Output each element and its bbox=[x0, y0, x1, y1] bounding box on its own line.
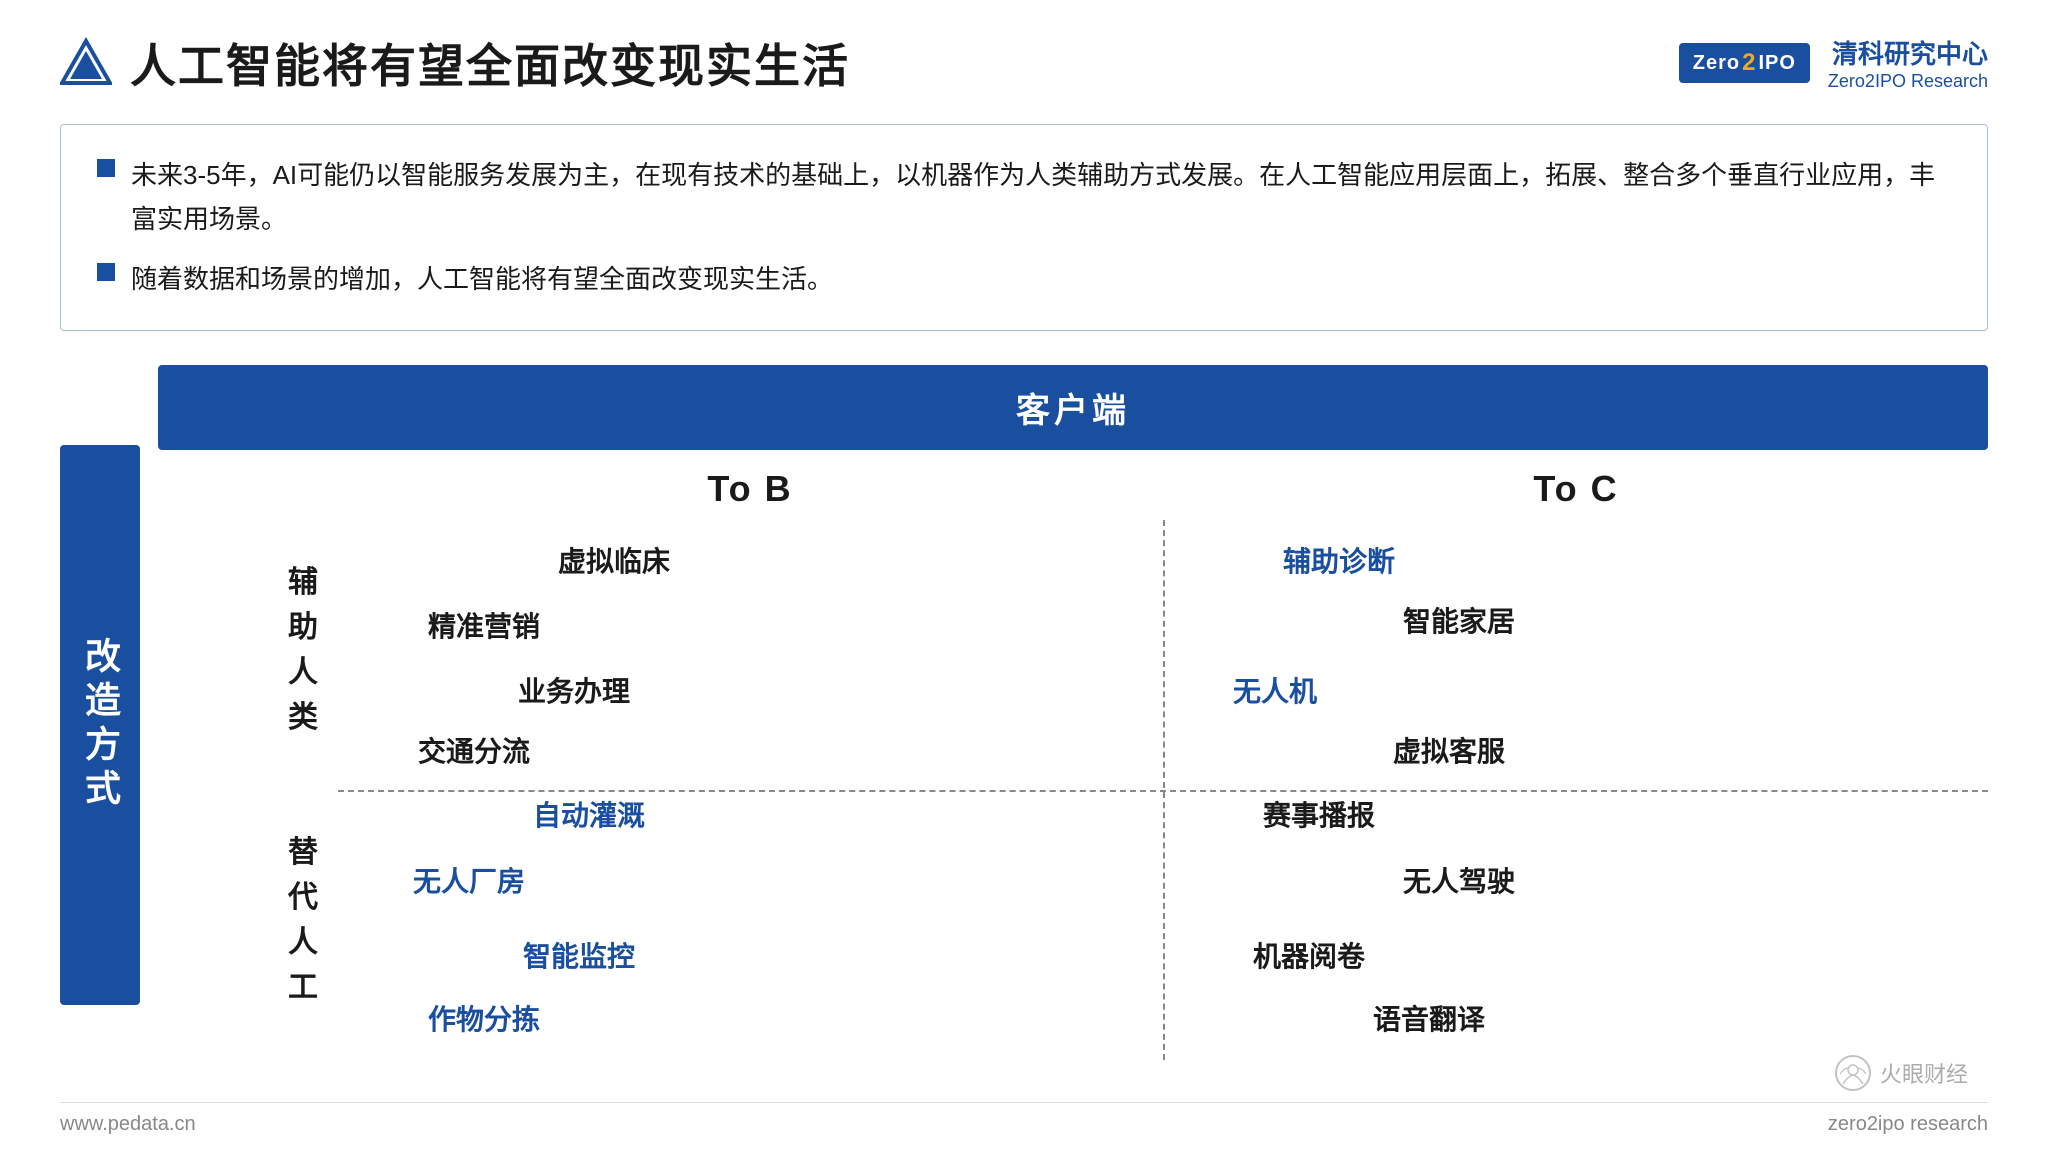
row-labels-col: 辅助人类 替代人工 bbox=[158, 520, 338, 1060]
bullet-square-2 bbox=[97, 263, 115, 281]
col-toc-label: To C bbox=[1164, 450, 1988, 520]
footer-left: www.pedata.cn bbox=[60, 1113, 196, 1136]
header-left: 人工智能将有望全面改变现实生活 bbox=[60, 30, 850, 96]
triangle-icon bbox=[60, 37, 112, 89]
watermark-text: 火眼财经 bbox=[1880, 1057, 1968, 1089]
page-container: 人工智能将有望全面改变现实生活 Zero 2 IPO 清科研究中心 Zero2I… bbox=[0, 0, 2048, 1152]
col-sub-label bbox=[158, 450, 338, 520]
left-bar-text: 改造方式 bbox=[74, 637, 126, 813]
item-虚拟临床: 虚拟临床 bbox=[558, 540, 670, 580]
grid-body: 辅助人类 替代人工 虚拟临床 精准 bbox=[158, 520, 1988, 1060]
logo-text: 清科研究中心 Zero2IPO Research bbox=[1828, 34, 1988, 92]
item-智能监控: 智能监控 bbox=[523, 935, 635, 975]
logo-2: 2 bbox=[1742, 49, 1756, 77]
bullet-item-2: 随着数据和场景的增加，人工智能将有望全面改变现实生活。 bbox=[97, 257, 1951, 301]
item-精准营销: 精准营销 bbox=[428, 605, 540, 645]
matrix-content: 客户端 To B To C 辅助人类 替代人工 bbox=[158, 365, 1988, 1060]
item-虚拟客服: 虚拟客服 bbox=[1393, 730, 1505, 770]
quad-top-right: 辅助诊断 智能家居 无人机 虚拟客服 bbox=[1163, 520, 1988, 780]
brand-logo: Zero 2 IPO bbox=[1679, 43, 1810, 83]
row-label-text-bottom: 替代人工 bbox=[288, 830, 318, 1010]
logo-cn: 清科研究中心 bbox=[1828, 34, 1988, 71]
watermark: 火眼财经 bbox=[1834, 1054, 1968, 1092]
col-headers: To B To C bbox=[158, 450, 1988, 520]
item-交通分流: 交通分流 bbox=[418, 730, 530, 770]
logo-ipo: IPO bbox=[1758, 52, 1795, 75]
logo-zero: Zero bbox=[1693, 52, 1740, 75]
page-title: 人工智能将有望全面改变现实生活 bbox=[130, 30, 850, 96]
header-right: Zero 2 IPO 清科研究中心 Zero2IPO Research bbox=[1679, 34, 1988, 92]
item-无人驾驶: 无人驾驶 bbox=[1403, 860, 1515, 900]
bullet-text-2: 随着数据和场景的增加，人工智能将有望全面改变现实生活。 bbox=[131, 257, 833, 301]
item-赛事播报: 赛事播报 bbox=[1263, 794, 1375, 834]
matrix-section: 改造方式 客户端 To B To C 辅助人类 bbox=[60, 365, 1988, 1060]
left-bar: 改造方式 bbox=[60, 445, 140, 1005]
footer-right: zero2ipo research bbox=[1828, 1113, 1988, 1136]
item-语音翻译: 语音翻译 bbox=[1373, 998, 1485, 1038]
item-作物分拣: 作物分拣 bbox=[428, 998, 540, 1038]
quad-top-left: 虚拟临床 精准营销 业务办理 交通分流 bbox=[338, 520, 1163, 780]
bullet-text-1: 未来3-5年，AI可能仍以智能服务发展为主，在现有技术的基础上，以机器作为人类辅… bbox=[131, 153, 1951, 241]
watermark-icon bbox=[1834, 1054, 1872, 1092]
row-label-top: 辅助人类 bbox=[158, 520, 338, 780]
footer: www.pedata.cn zero2ipo research bbox=[60, 1102, 1988, 1136]
item-无人厂房: 无人厂房 bbox=[413, 860, 525, 900]
quad-bottom-left: 自动灌溉 无人厂房 智能监控 作物分拣 bbox=[338, 780, 1163, 1060]
item-辅助诊断: 辅助诊断 bbox=[1283, 540, 1395, 580]
bullet-box: 未来3-5年，AI可能仍以智能服务发展为主，在现有技术的基础上，以机器作为人类辅… bbox=[60, 124, 1988, 331]
item-机器阅卷: 机器阅卷 bbox=[1253, 935, 1365, 975]
bullet-square-1 bbox=[97, 159, 115, 177]
bullet-item-1: 未来3-5年，AI可能仍以智能服务发展为主，在现有技术的基础上，以机器作为人类辅… bbox=[97, 153, 1951, 241]
row-label-text-top: 辅助人类 bbox=[288, 560, 318, 740]
header: 人工智能将有望全面改变现实生活 Zero 2 IPO 清科研究中心 Zero2I… bbox=[60, 30, 1988, 96]
item-智能家居: 智能家居 bbox=[1403, 600, 1515, 640]
dashed-vertical-line bbox=[1163, 520, 1165, 1060]
quad-bottom-right: 赛事播报 无人驾驶 机器阅卷 语音翻译 bbox=[1163, 780, 1988, 1060]
item-自动灌溉: 自动灌溉 bbox=[533, 794, 645, 834]
col-tob-label: To B bbox=[338, 450, 1162, 520]
row-label-bottom: 替代人工 bbox=[158, 780, 338, 1060]
left-label-col: 改造方式 bbox=[60, 445, 140, 1005]
logo-en: Zero2IPO Research bbox=[1828, 71, 1988, 92]
customer-bar: 客户端 bbox=[158, 365, 1988, 450]
item-业务办理: 业务办理 bbox=[518, 670, 630, 710]
grid-cells: 虚拟临床 精准营销 业务办理 交通分流 辅助诊断 智能家居 无人机 虚拟客服 bbox=[338, 520, 1988, 1060]
item-无人机: 无人机 bbox=[1233, 670, 1317, 710]
